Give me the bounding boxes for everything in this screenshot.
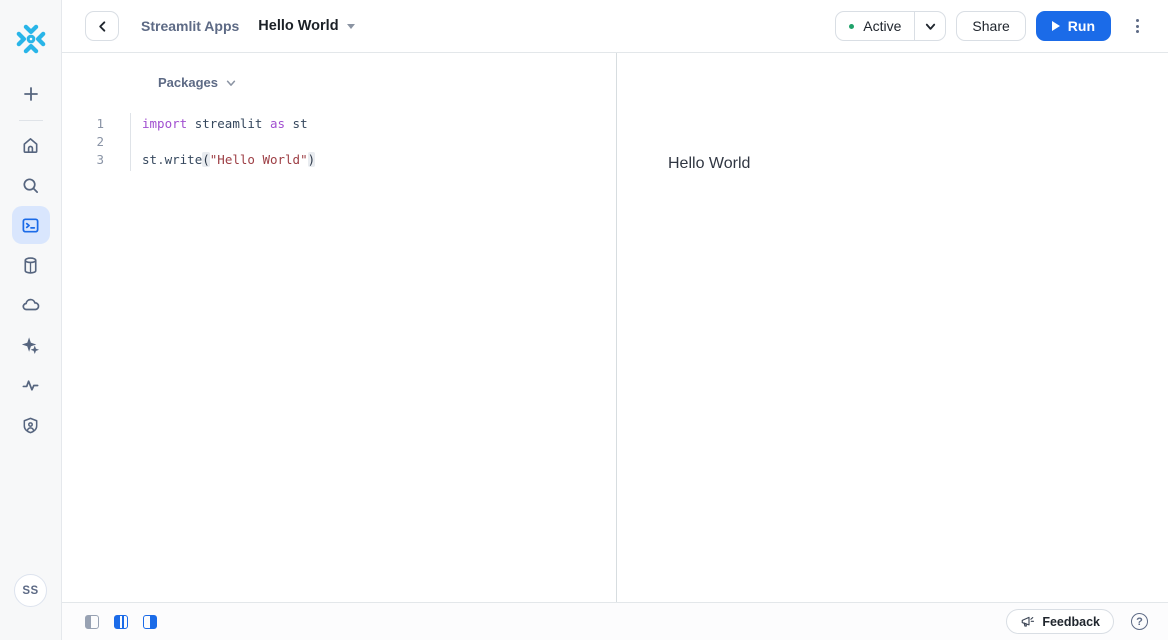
sidebar-item-compute[interactable] xyxy=(12,286,50,324)
layout-preview-only-icon[interactable] xyxy=(143,615,157,629)
user-avatar[interactable]: SS xyxy=(14,574,47,607)
share-button[interactable]: Share xyxy=(956,11,1025,41)
snowflake-logo-icon[interactable] xyxy=(13,21,49,57)
megaphone-icon xyxy=(1020,614,1035,629)
sidebar-item-search[interactable] xyxy=(12,166,50,204)
sidebar-item-ai-ml[interactable] xyxy=(12,326,50,364)
line-number: 2 xyxy=(62,133,130,151)
sidebar-item-admin[interactable] xyxy=(12,406,50,444)
sidebar-item-new[interactable] xyxy=(12,75,50,113)
run-label: Run xyxy=(1068,18,1095,34)
sidebar-item-projects[interactable] xyxy=(12,206,50,244)
page-title: Hello World xyxy=(258,18,338,34)
sidebar-divider xyxy=(19,120,43,121)
more-options-button[interactable] xyxy=(1125,11,1149,41)
status-label: Active xyxy=(863,18,901,34)
layout-toggles xyxy=(85,615,157,629)
sparkles-icon xyxy=(21,336,40,355)
layout-editor-only-icon[interactable] xyxy=(85,615,99,629)
line-number: 3 xyxy=(62,151,130,169)
code-line[interactable]: 2 xyxy=(62,133,616,151)
chevron-down-icon xyxy=(924,20,937,33)
code-line-text: st.write("Hello World") xyxy=(130,151,315,169)
help-icon: ? xyxy=(1136,616,1143,628)
preview-output-text: Hello World xyxy=(668,155,1168,173)
share-label: Share xyxy=(972,18,1009,34)
status-dropdown-button[interactable] xyxy=(914,12,945,40)
feedback-label: Feedback xyxy=(1042,615,1100,629)
main-area: Streamlit Apps Hello World Active Share … xyxy=(62,0,1168,640)
plus-icon xyxy=(21,84,41,104)
active-status-dot-icon xyxy=(849,24,854,29)
feedback-button[interactable]: Feedback xyxy=(1006,609,1114,634)
search-icon xyxy=(21,176,40,195)
chevron-left-icon xyxy=(96,20,109,33)
chevron-down-icon xyxy=(225,77,237,89)
activity-icon xyxy=(21,376,40,395)
app-header: Streamlit Apps Hello World Active Share … xyxy=(62,0,1168,53)
packages-label: Packages xyxy=(158,75,218,90)
help-button[interactable]: ? xyxy=(1131,613,1148,630)
code-lines: 1import streamlit as st23st.write("Hello… xyxy=(62,115,616,169)
shield-user-icon xyxy=(21,416,40,435)
breadcrumb[interactable]: Streamlit Apps xyxy=(141,18,239,34)
code-editor[interactable]: 1import streamlit as st23st.write("Hello… xyxy=(62,115,616,169)
sidebar-item-data[interactable] xyxy=(12,246,50,284)
status-split-button: Active xyxy=(835,11,946,41)
status-bar: Feedback ? xyxy=(62,602,1168,640)
database-icon xyxy=(21,256,40,275)
footer-actions: Feedback ? xyxy=(1006,609,1148,634)
code-editor-pane: Packages 1import streamlit as st23st.wri… xyxy=(62,53,616,602)
home-icon xyxy=(21,136,40,155)
left-sidebar: SS xyxy=(0,0,62,640)
line-number: 1 xyxy=(62,115,130,133)
terminal-icon xyxy=(21,216,40,235)
code-line[interactable]: 1import streamlit as st xyxy=(62,115,616,133)
packages-dropdown[interactable]: Packages xyxy=(158,75,237,90)
app-title-dropdown[interactable]: Hello World xyxy=(258,18,354,34)
back-button[interactable] xyxy=(85,11,119,41)
workspace: Packages 1import streamlit as st23st.wri… xyxy=(62,53,1168,602)
layout-split-view-icon[interactable] xyxy=(114,615,128,629)
sidebar-item-monitoring[interactable] xyxy=(12,366,50,404)
code-line[interactable]: 3st.write("Hello World") xyxy=(62,151,616,169)
run-button[interactable]: Run xyxy=(1036,11,1111,41)
cloud-icon xyxy=(21,295,41,315)
caret-down-icon xyxy=(347,24,355,29)
header-actions: Active Share Run xyxy=(835,11,1149,41)
app-preview-pane: Hello World xyxy=(617,53,1168,602)
code-line-text: import streamlit as st xyxy=(130,115,308,133)
status-button[interactable]: Active xyxy=(836,12,914,40)
play-icon xyxy=(1052,21,1060,31)
sidebar-item-home[interactable] xyxy=(12,126,50,164)
code-line-text xyxy=(130,133,142,151)
